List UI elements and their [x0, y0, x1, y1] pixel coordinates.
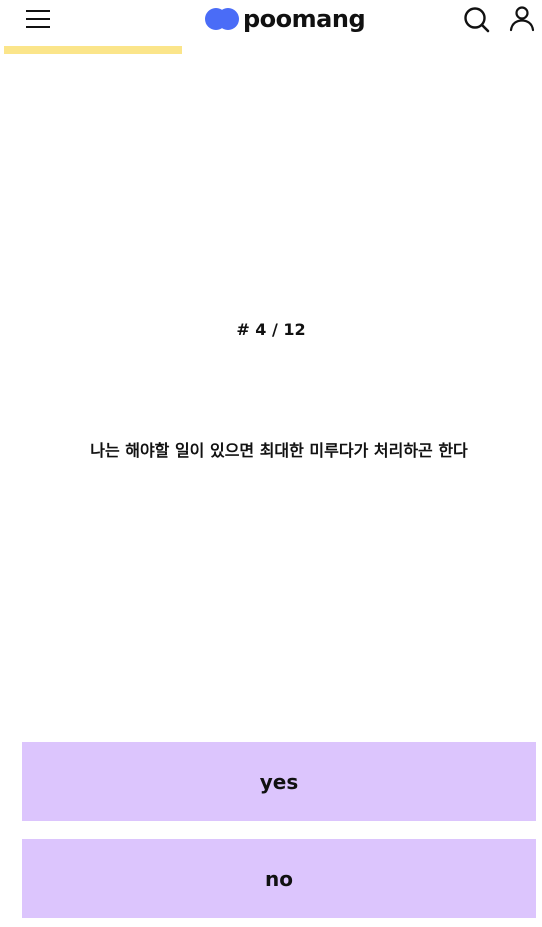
no-button[interactable]: no: [22, 839, 536, 918]
hamburger-menu-icon: [26, 10, 50, 28]
poomang-logo[interactable]: poomang: [205, 4, 366, 34]
quiz-page: poomang # 4 / 12 나는 해야할 일이 있으면 최대한 미루다가 …: [0, 0, 542, 927]
logo-text: poomang: [243, 5, 366, 33]
yes-button[interactable]: yes: [22, 742, 536, 821]
poomang-logo-mark-icon: [205, 8, 239, 30]
user-icon: [509, 6, 535, 32]
search-icon: [464, 7, 490, 33]
progress-bar-fill: [4, 46, 182, 54]
top-header: poomang: [0, 0, 542, 38]
user-button[interactable]: [507, 3, 537, 33]
question-text: 나는 해야할 일이 있으면 최대한 미루다가 처리하곤 한다: [90, 441, 468, 460]
search-button[interactable]: [462, 4, 492, 34]
question-counter: # 4 / 12: [236, 320, 306, 339]
progress-bar: [4, 46, 538, 54]
menu-button[interactable]: [22, 6, 54, 32]
